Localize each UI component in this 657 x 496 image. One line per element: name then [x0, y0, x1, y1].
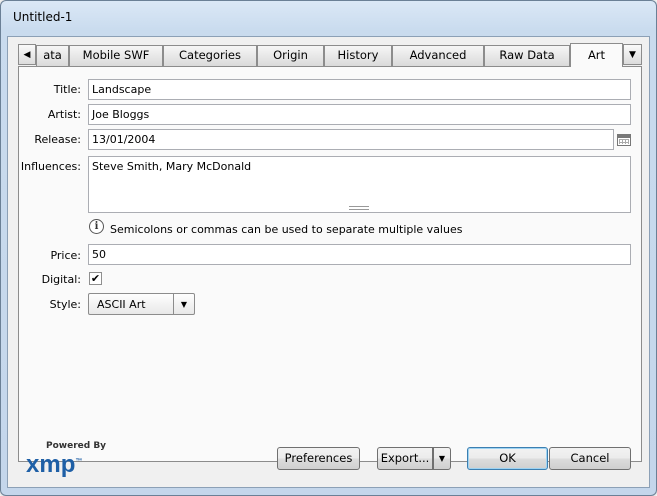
- title-field[interactable]: Landscape: [88, 79, 631, 100]
- tab-mobile-swf[interactable]: Mobile SWF: [69, 45, 163, 66]
- tab-bar: ◀ ata Mobile SWF Categories Origin Histo…: [18, 43, 642, 67]
- calendar-icon[interactable]: [617, 134, 631, 146]
- tab-scroll-left-button[interactable]: ◀: [18, 44, 36, 65]
- tab-list-dropdown-button[interactable]: ▼: [623, 44, 642, 65]
- tab-data[interactable]: ata: [36, 45, 69, 66]
- dialog-window: Untitled-1 ◀ ata Mobile SWF Categories O…: [0, 0, 657, 496]
- trademark-symbol: ™: [75, 458, 83, 465]
- tab-label: Categories: [179, 48, 241, 62]
- triangle-left-icon: ◀: [23, 49, 31, 60]
- powered-by-text: Powered By: [46, 441, 107, 451]
- tab-categories[interactable]: Categories: [163, 45, 257, 66]
- xmp-logo-text: xmp: [26, 451, 76, 478]
- style-label: Style:: [49, 298, 81, 311]
- multi-value-hint: Semicolons or commas can be used to sepa…: [110, 223, 463, 236]
- tab-history[interactable]: History: [324, 45, 392, 66]
- tab-raw-data[interactable]: Raw Data: [484, 45, 570, 66]
- artist-field[interactable]: Joe Bloggs: [88, 104, 631, 125]
- tab-label: Advanced: [409, 48, 467, 62]
- tab-label: History: [337, 48, 379, 62]
- tab-label: Origin: [273, 48, 308, 62]
- resize-grip-icon[interactable]: [349, 206, 369, 210]
- art-tab-panel: Title: Landscape Artist: Joe Bloggs Rele…: [18, 66, 642, 462]
- title-label: Title:: [53, 83, 81, 96]
- tab-label: Mobile SWF: [82, 48, 150, 62]
- preferences-button[interactable]: Preferences: [277, 447, 360, 470]
- chevron-down-icon[interactable]: ▼: [173, 294, 194, 314]
- checkmark-icon: ✔: [90, 272, 101, 285]
- digital-checkbox[interactable]: ✔: [89, 272, 102, 285]
- tab-advanced[interactable]: Advanced: [392, 45, 484, 66]
- digital-label: Digital:: [41, 273, 81, 286]
- ok-button[interactable]: OK: [467, 447, 548, 470]
- triangle-down-icon: ▼: [629, 49, 636, 60]
- artist-label: Artist:: [47, 108, 81, 121]
- style-select[interactable]: ASCII Art ▼: [88, 293, 195, 315]
- style-select-value: ASCII Art: [97, 298, 146, 311]
- tab-art[interactable]: Art: [570, 43, 623, 67]
- influences-label: Influences:: [20, 160, 81, 173]
- chevron-down-icon: ▼: [438, 454, 446, 463]
- dialog-client-area: ◀ ata Mobile SWF Categories Origin Histo…: [7, 36, 650, 488]
- influences-textarea[interactable]: Steve Smith, Mary McDonald: [88, 156, 631, 213]
- price-field[interactable]: 50: [88, 244, 631, 265]
- xmp-logo: xmp™: [26, 451, 82, 479]
- release-label: Release:: [34, 133, 81, 146]
- tab-label: Art: [587, 48, 606, 62]
- cancel-button[interactable]: Cancel: [549, 447, 631, 470]
- export-menu-button[interactable]: ▼: [433, 447, 451, 470]
- info-icon: i: [89, 219, 104, 234]
- window-title: Untitled-1: [13, 10, 73, 24]
- tab-label: Raw Data: [499, 48, 555, 62]
- export-button[interactable]: Export...: [377, 447, 433, 470]
- tab-label: ata: [43, 48, 62, 62]
- tab-origin[interactable]: Origin: [257, 45, 324, 66]
- price-label: Price:: [50, 249, 81, 262]
- release-date-field[interactable]: 13/01/2004: [88, 129, 614, 150]
